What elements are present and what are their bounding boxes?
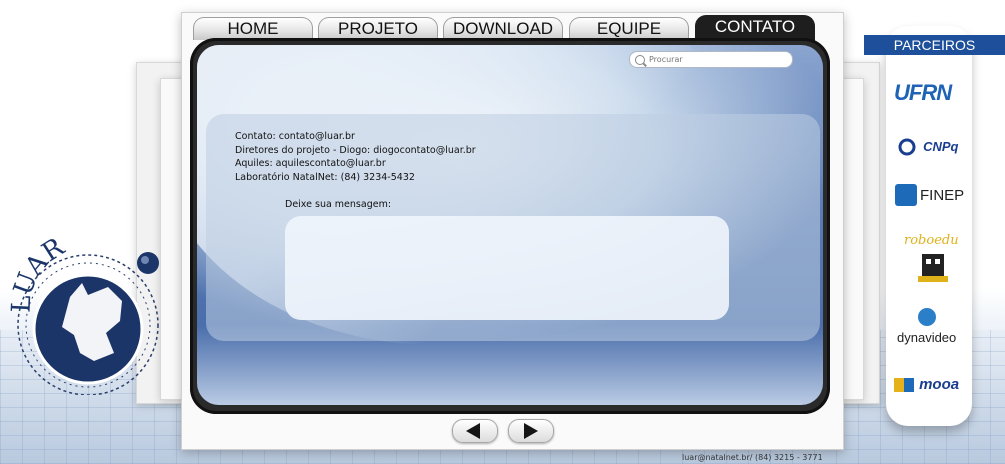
partner-roboedu[interactable]: roboedu [900, 230, 962, 290]
tab-home-label: HOME [227, 19, 279, 38]
roboedu-robot-icon [922, 254, 944, 276]
finep-symbol-icon [895, 184, 917, 206]
robot-base [918, 276, 948, 282]
next-button[interactable] [508, 419, 554, 443]
tab-projeto[interactable]: PROJETO [318, 17, 438, 40]
partner-roboedu-logo: roboedu [904, 233, 959, 248]
luar-logo[interactable]: LUAR [10, 235, 180, 395]
footer-contact: luar@natalnet.br/ (84) 3215 - 3771 [682, 453, 823, 462]
contact-info: Contato: contato@luar.br Diretores do pr… [235, 130, 476, 184]
tab-home[interactable]: HOME [193, 17, 313, 40]
mooa-symbol-icon [894, 377, 914, 392]
partner-mooa[interactable]: mooa [894, 374, 959, 393]
cnpq-symbol-icon [898, 138, 916, 155]
partner-ufrn[interactable]: UFRN [894, 80, 966, 108]
tab-download-label: DOWNLOAD [452, 19, 554, 38]
tab-download[interactable]: DOWNLOAD [443, 17, 563, 40]
search-icon[interactable] [635, 54, 645, 65]
partner-mooa-logo: mooa [919, 376, 960, 393]
message-textarea[interactable] [285, 216, 729, 320]
partner-ufrn-logo: UFRN [894, 80, 952, 105]
search-input[interactable] [645, 54, 791, 65]
partner-dynavideo-logo: dynavideo [897, 330, 957, 345]
arrow-left-icon [466, 423, 480, 439]
contact-line-directors: Diretores do projeto - Diogo: diogoconta… [235, 144, 476, 156]
robot-eye-right [935, 259, 940, 264]
partners-title: PARCEIROS [864, 35, 1005, 55]
partner-cnpq-logo: CNPq [923, 139, 959, 154]
tab-contato-label: CONTATO [714, 17, 796, 36]
tab-equipe-label: EQUIPE [596, 19, 662, 38]
search-box[interactable] [629, 51, 793, 68]
prev-button[interactable] [452, 419, 498, 443]
partner-dynavideo[interactable]: dynavideo [897, 307, 956, 346]
contact-line-lab: Laboratório NatalNet: (84) 3234-5432 [235, 171, 415, 183]
logo-moon-highlight [141, 256, 149, 264]
logo-small-moon [137, 252, 159, 274]
partner-finep-logo: FINEP [920, 186, 965, 204]
partner-cnpq[interactable]: CNPq [896, 136, 958, 156]
contact-line-general: Contato: contato@luar.br [235, 131, 355, 142]
robot-eye-left [926, 259, 931, 264]
message-label: Deixe sua mensagem: [285, 199, 392, 210]
dynavideo-globe-icon [918, 308, 936, 326]
partner-finep[interactable]: FINEP [895, 184, 964, 206]
tab-equipe[interactable]: EQUIPE [569, 17, 689, 40]
tab-projeto-label: PROJETO [338, 19, 418, 38]
arrow-right-icon [524, 423, 538, 439]
contact-line-aquiles: Aquiles: aquilescontato@luar.br [235, 158, 386, 169]
